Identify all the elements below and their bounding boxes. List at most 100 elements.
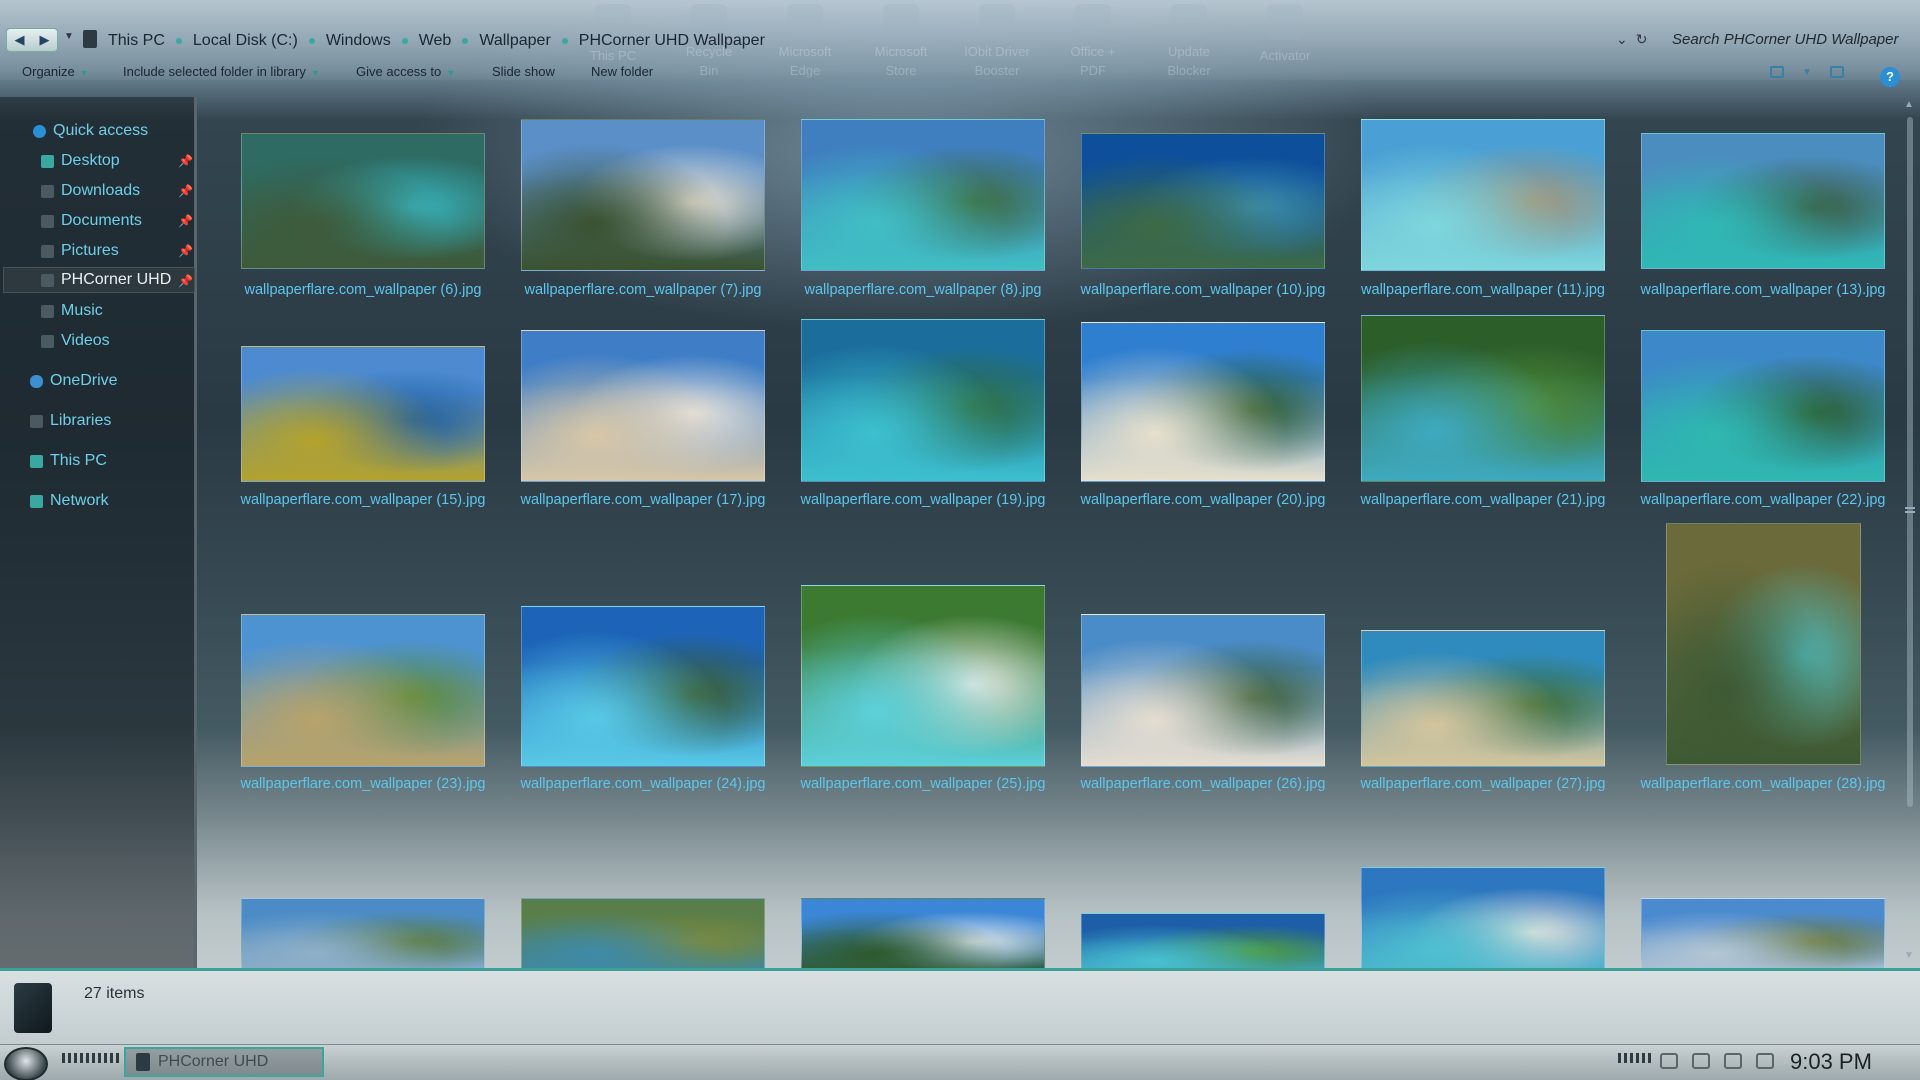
nav-quick-access[interactable]: Quick access xyxy=(33,122,148,140)
image-thumbnail[interactable] xyxy=(1361,315,1605,482)
file-name-label[interactable]: wallpaperflare.com_wallpaper (25).jpg xyxy=(783,776,1063,792)
nav-music[interactable]: Music xyxy=(41,302,103,320)
pictures-folder-icon xyxy=(41,244,54,258)
file-name-label[interactable]: wallpaperflare.com_wallpaper (8).jpg xyxy=(783,282,1063,298)
vertical-scrollbar[interactable]: ▲ ▼ xyxy=(1900,97,1920,968)
file-name-label[interactable]: wallpaperflare.com_wallpaper (15).jpg xyxy=(223,492,503,508)
pin-icon[interactable]: 📌 xyxy=(178,244,193,258)
breadcrumb-separator[interactable] xyxy=(561,38,568,44)
image-thumbnail[interactable] xyxy=(1641,133,1885,269)
address-dropdown-icon[interactable]: ⌄ xyxy=(1616,31,1628,48)
scroll-up-arrow-icon[interactable]: ▲ xyxy=(1904,99,1914,110)
image-thumbnail[interactable] xyxy=(801,898,1045,968)
image-thumbnail[interactable] xyxy=(1081,133,1325,269)
preview-pane-icon[interactable] xyxy=(1829,66,1844,78)
image-thumbnail[interactable] xyxy=(1081,322,1325,482)
file-name-label[interactable]: wallpaperflare.com_wallpaper (19).jpg xyxy=(783,492,1063,508)
tray-app-icon[interactable] xyxy=(1660,1053,1678,1069)
image-thumbnail[interactable] xyxy=(521,119,765,271)
image-thumbnail[interactable] xyxy=(801,319,1045,482)
file-name-label[interactable]: wallpaperflare.com_wallpaper (24).jpg xyxy=(503,776,783,792)
file-name-label[interactable]: wallpaperflare.com_wallpaper (13).jpg xyxy=(1623,282,1900,298)
image-thumbnail[interactable] xyxy=(1665,523,1861,765)
image-thumbnail[interactable] xyxy=(801,119,1045,271)
nav-network[interactable]: Network xyxy=(30,492,109,510)
breadcrumb-separator[interactable] xyxy=(175,38,182,44)
image-thumbnail[interactable] xyxy=(241,898,485,968)
breadcrumb-separator[interactable] xyxy=(462,38,469,44)
breadcrumb-this-pc[interactable]: This PC xyxy=(108,32,165,50)
breadcrumb-windows[interactable]: Windows xyxy=(326,32,391,50)
nav-this-pc[interactable]: This PC xyxy=(30,452,107,470)
help-button[interactable]: ? xyxy=(1880,67,1900,87)
breadcrumb-separator[interactable] xyxy=(401,38,408,44)
search-input[interactable]: Search PHCorner UHD Wallpaper xyxy=(1672,28,1912,52)
breadcrumb-separator[interactable] xyxy=(308,38,315,44)
volume-icon[interactable] xyxy=(1756,1053,1774,1069)
file-name-label[interactable]: wallpaperflare.com_wallpaper (20).jpg xyxy=(1063,492,1343,508)
nav-desktop[interactable]: Desktop xyxy=(41,152,120,170)
image-thumbnail[interactable] xyxy=(1641,330,1885,482)
forward-button[interactable]: ▶ xyxy=(32,29,57,51)
nav-downloads[interactable]: Downloads xyxy=(41,182,140,200)
nav-videos[interactable]: Videos xyxy=(41,332,110,350)
file-name-label[interactable]: wallpaperflare.com_wallpaper (11).jpg xyxy=(1343,282,1623,298)
address-tools: ⌄ ↻ xyxy=(1616,31,1647,48)
file-name-label[interactable]: wallpaperflare.com_wallpaper (6).jpg xyxy=(223,282,503,298)
slide-show-button[interactable]: Slide show xyxy=(492,64,555,79)
change-view-icon[interactable] xyxy=(1770,66,1784,78)
clock[interactable]: 9:03 PM xyxy=(1790,1049,1872,1075)
image-thumbnail[interactable] xyxy=(1081,913,1325,968)
refresh-icon[interactable]: ↻ xyxy=(1636,31,1648,48)
image-thumbnail[interactable] xyxy=(1081,614,1325,767)
file-name-label[interactable]: wallpaperflare.com_wallpaper (23).jpg xyxy=(223,776,503,792)
network-tray-icon[interactable] xyxy=(1692,1053,1710,1069)
file-name-label[interactable]: wallpaperflare.com_wallpaper (27).jpg xyxy=(1343,776,1623,792)
image-thumbnail[interactable] xyxy=(1361,630,1605,767)
start-button-skull-icon[interactable] xyxy=(4,1047,48,1080)
image-thumbnail[interactable] xyxy=(521,606,765,767)
breadcrumb-local-disk[interactable]: Local Disk (C:) xyxy=(193,32,298,50)
image-thumbnail[interactable] xyxy=(241,346,485,482)
scroll-thumb[interactable] xyxy=(1907,117,1913,807)
nav-pictures[interactable]: Pictures xyxy=(41,242,119,260)
image-thumbnail[interactable] xyxy=(801,585,1045,767)
file-name-label[interactable]: wallpaperflare.com_wallpaper (10).jpg xyxy=(1063,282,1343,298)
give-access-button[interactable]: Give access to ▼ xyxy=(356,64,455,79)
view-options-chevron-icon[interactable]: ▼ xyxy=(1802,67,1812,78)
file-name-label[interactable]: wallpaperflare.com_wallpaper (26).jpg xyxy=(1063,776,1343,792)
pin-icon[interactable]: 📌 xyxy=(178,214,193,228)
include-in-library-button[interactable]: Include selected folder in library ▼ xyxy=(123,64,320,79)
file-name-label[interactable]: wallpaperflare.com_wallpaper (21).jpg xyxy=(1343,492,1623,508)
organize-button[interactable]: Organize ▼ xyxy=(22,64,89,79)
pin-icon[interactable]: 📌 xyxy=(178,184,193,198)
nav-libraries[interactable]: Libraries xyxy=(30,412,111,430)
nav-onedrive[interactable]: OneDrive xyxy=(30,372,118,390)
image-thumbnail[interactable] xyxy=(1361,119,1605,271)
this-pc-icon xyxy=(83,30,97,48)
recent-locations-dropdown[interactable]: ▼ xyxy=(64,31,74,42)
image-thumbnail[interactable] xyxy=(1641,898,1885,968)
file-name-label[interactable]: wallpaperflare.com_wallpaper (28).jpg xyxy=(1623,776,1900,792)
nav-documents[interactable]: Documents xyxy=(41,212,142,230)
display-tray-icon[interactable] xyxy=(1724,1053,1742,1069)
file-name-label[interactable]: wallpaperflare.com_wallpaper (17).jpg xyxy=(503,492,783,508)
back-button[interactable]: ◀ xyxy=(7,29,32,51)
nav-phcorner-uhd[interactable]: PHCorner UHD xyxy=(3,267,195,293)
breadcrumb-wallpaper[interactable]: Wallpaper xyxy=(479,32,550,50)
file-name-label[interactable]: wallpaperflare.com_wallpaper (22).jpg xyxy=(1623,492,1900,508)
image-thumbnail[interactable] xyxy=(241,133,485,269)
image-thumbnail[interactable] xyxy=(521,898,765,968)
breadcrumb-web[interactable]: Web xyxy=(419,32,452,50)
image-thumbnail[interactable] xyxy=(521,330,765,482)
scroll-down-arrow-icon[interactable]: ▼ xyxy=(1904,950,1914,961)
pin-icon[interactable]: 📌 xyxy=(178,154,193,168)
image-thumbnail[interactable] xyxy=(241,614,485,767)
file-name-label[interactable]: wallpaperflare.com_wallpaper (7).jpg xyxy=(503,282,783,298)
pin-icon[interactable]: 📌 xyxy=(178,274,193,288)
taskbar-window-button[interactable]: PHCorner UHD xyxy=(124,1047,324,1077)
breadcrumb-phcorner-uhd-wallpaper[interactable]: PHCorner UHD Wallpaper xyxy=(579,32,765,50)
navigation-pane: Quick access Desktop 📌 Downloads 📌 Docum… xyxy=(0,97,197,968)
new-folder-button[interactable]: New folder xyxy=(591,64,653,79)
image-thumbnail[interactable] xyxy=(1361,867,1605,968)
